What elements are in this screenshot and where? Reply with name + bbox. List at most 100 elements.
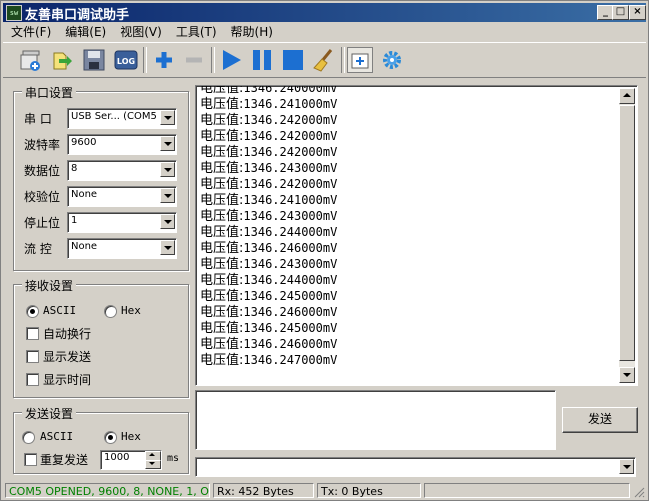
app-icon: sw xyxy=(6,5,22,21)
databits-dropdown-arrow[interactable] xyxy=(160,162,175,177)
port-select[interactable]: USB Ser... (COM5 xyxy=(67,108,177,129)
chevron-down-icon xyxy=(164,168,172,172)
receive-ascii-label: ASCII xyxy=(43,304,77,317)
toolbar-separator xyxy=(341,47,345,73)
receive-line-label: 电压值: xyxy=(200,321,244,336)
flow-dropdown-arrow[interactable] xyxy=(160,240,175,255)
databits-label: 数据位 xyxy=(24,164,61,178)
settings-gear-icon[interactable] xyxy=(379,47,405,73)
send-hex-label: Hex xyxy=(121,430,141,443)
receive-line-label: 电压值: xyxy=(200,113,244,128)
repeat-send-checkbox[interactable] xyxy=(24,453,37,466)
history-dropdown-arrow[interactable] xyxy=(619,459,634,474)
show-send-label: 显示发送 xyxy=(43,350,92,364)
stopbits-value: 1 xyxy=(71,215,78,226)
scroll-thumb[interactable] xyxy=(619,105,635,361)
receive-line-value: 1346.242000mV xyxy=(243,129,338,143)
tx-count: Tx: 0 Bytes xyxy=(317,483,421,498)
receive-line: 电压值:1346.246000mV xyxy=(200,336,337,352)
receive-text-content: 电压值:1346.240000mV 电压值:1346.241000mV 电压值:13… xyxy=(200,85,338,368)
chevron-up-icon xyxy=(149,453,155,456)
receive-line: 电压值:1346.243000mV xyxy=(200,208,337,224)
receive-line: 电压值:1346.245000mV xyxy=(200,320,337,336)
scroll-up-button[interactable] xyxy=(619,88,635,104)
chevron-down-icon xyxy=(164,220,172,224)
receive-line-value: 1346.241000mV xyxy=(243,97,338,111)
menu-view[interactable]: 视图(V) xyxy=(112,23,168,41)
play-icon[interactable] xyxy=(218,47,244,73)
log-icon[interactable]: LOG xyxy=(113,47,139,73)
receive-hex-radio[interactable] xyxy=(104,305,117,318)
serial-settings-title: 串口设置 xyxy=(22,84,77,101)
command-history-select[interactable] xyxy=(195,457,636,477)
receive-line-value: 1346.245000mV xyxy=(243,321,338,335)
send-hex-radio[interactable] xyxy=(104,431,117,444)
stopbits-dropdown-arrow[interactable] xyxy=(160,214,175,229)
chevron-down-icon xyxy=(623,373,631,377)
chevron-down-icon xyxy=(164,142,172,146)
receive-line-value: 1346.243000mV xyxy=(243,209,338,223)
receive-line-value: 1346.242000mV xyxy=(243,113,338,127)
receive-line-value: 1346.244000mV xyxy=(243,273,338,287)
send-ascii-radio[interactable] xyxy=(22,431,35,444)
stopbits-label: 停止位 xyxy=(24,216,61,230)
add-window-icon[interactable] xyxy=(347,47,373,73)
menu-tools[interactable]: 工具(T) xyxy=(168,23,223,41)
receive-line-value: 1346.246000mV xyxy=(243,305,338,319)
remove-icon[interactable] xyxy=(181,47,207,73)
toolbar-separator xyxy=(143,47,147,73)
show-time-checkbox[interactable] xyxy=(26,373,39,386)
receive-line-value: 1346.246000mV xyxy=(243,241,338,255)
parity-select[interactable]: None xyxy=(67,186,177,207)
log-icon-label: LOG xyxy=(117,57,135,66)
parity-dropdown-arrow[interactable] xyxy=(160,188,175,203)
port-label: 串 口 xyxy=(24,112,52,126)
pause-icon[interactable] xyxy=(249,47,275,73)
show-send-checkbox[interactable] xyxy=(26,350,39,363)
receive-line-label: 电压值: xyxy=(200,161,244,176)
port-dropdown-arrow[interactable] xyxy=(160,110,175,125)
chevron-down-icon xyxy=(149,462,155,465)
databits-value: 8 xyxy=(71,163,78,174)
receive-ascii-radio[interactable] xyxy=(26,305,39,318)
baud-dropdown-arrow[interactable] xyxy=(160,136,175,151)
receive-hex-label: Hex xyxy=(121,304,141,317)
add-icon[interactable] xyxy=(151,47,177,73)
new-session-icon[interactable] xyxy=(17,47,43,73)
receive-line-value: 1346.243000mV xyxy=(243,257,338,271)
receive-line: 电压值:1346.243000mV xyxy=(200,256,337,272)
receive-line: 电压值:1346.247000mV xyxy=(200,352,337,368)
receive-line-label: 电压值: xyxy=(200,85,244,96)
resize-grip-icon[interactable] xyxy=(633,486,645,498)
receive-line: 电压值:1346.242000mV xyxy=(200,176,337,192)
receive-scrollbar[interactable] xyxy=(619,88,635,383)
interval-unit-label: ms xyxy=(167,453,180,464)
stepper-down-button[interactable] xyxy=(145,460,161,469)
databits-select[interactable]: 8 xyxy=(67,160,177,181)
receive-textarea[interactable]: 电压值:1346.240000mV 电压值:1346.241000mV 电压值:13… xyxy=(195,85,638,386)
save-icon[interactable] xyxy=(81,47,107,73)
app-window: sw 友善串口调试助手 _ □ × 文件(F) 编辑(E) 视图(V) 工具(T) 帮助… xyxy=(0,0,649,501)
auto-wrap-checkbox[interactable] xyxy=(26,327,39,340)
clear-broom-icon[interactable] xyxy=(311,47,337,73)
toolbar-separator xyxy=(211,47,215,73)
title-bar[interactable]: sw 友善串口调试助手 _ □ × xyxy=(3,3,646,23)
show-time-label: 显示时间 xyxy=(43,373,92,387)
receive-line: 电压值:1346.242000mV xyxy=(200,112,337,128)
chevron-down-icon xyxy=(164,194,172,198)
menu-file[interactable]: 文件(F) xyxy=(3,23,57,41)
stop-icon[interactable] xyxy=(280,47,306,73)
close-button[interactable]: × xyxy=(629,5,646,20)
stopbits-select[interactable]: 1 xyxy=(67,212,177,233)
menu-edit[interactable]: 编辑(E) xyxy=(57,23,112,41)
repeat-interval-stepper[interactable]: 1000 xyxy=(100,450,162,470)
flow-select[interactable]: None xyxy=(67,238,177,259)
baud-select[interactable]: 9600 xyxy=(67,134,177,155)
send-textarea[interactable] xyxy=(195,390,556,450)
open-icon[interactable] xyxy=(49,47,75,73)
scroll-down-button[interactable] xyxy=(619,367,635,383)
menu-help[interactable]: 帮助(H) xyxy=(223,23,279,41)
maximize-button[interactable]: □ xyxy=(612,5,629,20)
send-button[interactable]: 发送 xyxy=(562,407,638,433)
receive-line-label: 电压值: xyxy=(200,273,244,288)
